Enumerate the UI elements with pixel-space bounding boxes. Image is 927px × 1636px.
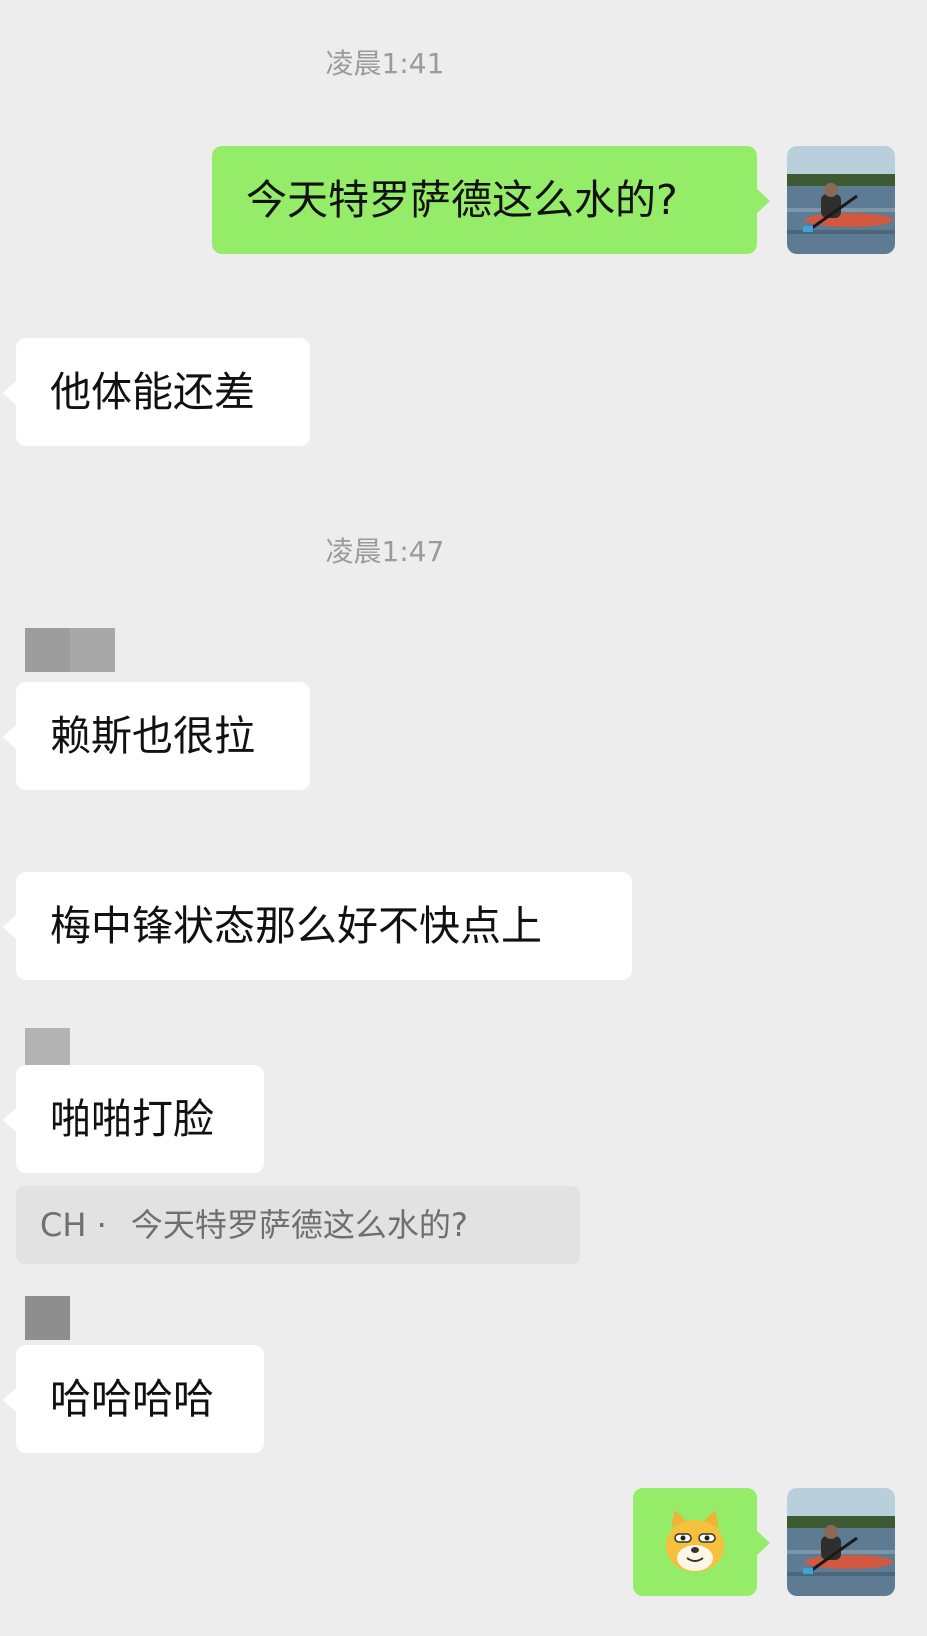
timestamp: 凌晨1:47 xyxy=(325,535,445,568)
sender-name-blurred xyxy=(25,628,115,672)
message-text: 他体能还差 xyxy=(50,368,255,416)
outgoing-sticker-bubble[interactable] xyxy=(633,1488,770,1596)
incoming-message-bubble[interactable]: 啪啪打脸 xyxy=(3,1065,264,1173)
pixelated-name-image xyxy=(25,628,115,672)
quote-text: 今天特罗萨德这么水的? xyxy=(130,1206,468,1244)
my-avatar[interactable] xyxy=(787,1488,895,1596)
message-text: 梅中锋状态那么好不快点上 xyxy=(50,902,542,950)
incoming-message-bubble[interactable]: 赖斯也很拉 xyxy=(3,682,310,790)
sender-name-blurred xyxy=(25,1296,70,1340)
quoted-message[interactable]: CH · 今天特罗萨德这么水的? xyxy=(16,1186,580,1264)
message-text: 今天特罗萨德这么水的? xyxy=(246,176,678,224)
my-avatar[interactable] xyxy=(787,146,895,254)
quote-author: CH · xyxy=(40,1206,107,1244)
message-text: 哈哈哈哈 xyxy=(50,1375,214,1423)
incoming-message-bubble[interactable]: 他体能还差 xyxy=(3,338,310,446)
pixelated-name-image xyxy=(25,1296,70,1340)
doge-face-icon xyxy=(666,1510,724,1572)
kayak-photo-avatar-image xyxy=(787,146,895,254)
message-text: 赖斯也很拉 xyxy=(50,712,255,760)
kayak-photo-avatar-image xyxy=(787,1488,895,1596)
incoming-message-bubble[interactable]: 哈哈哈哈 xyxy=(3,1345,264,1453)
timestamp: 凌晨1:41 xyxy=(325,47,445,80)
incoming-message-bubble[interactable]: 梅中锋状态那么好不快点上 xyxy=(3,872,632,980)
message-text: 啪啪打脸 xyxy=(50,1095,214,1143)
outgoing-message-bubble[interactable]: 今天特罗萨德这么水的? xyxy=(212,146,770,254)
